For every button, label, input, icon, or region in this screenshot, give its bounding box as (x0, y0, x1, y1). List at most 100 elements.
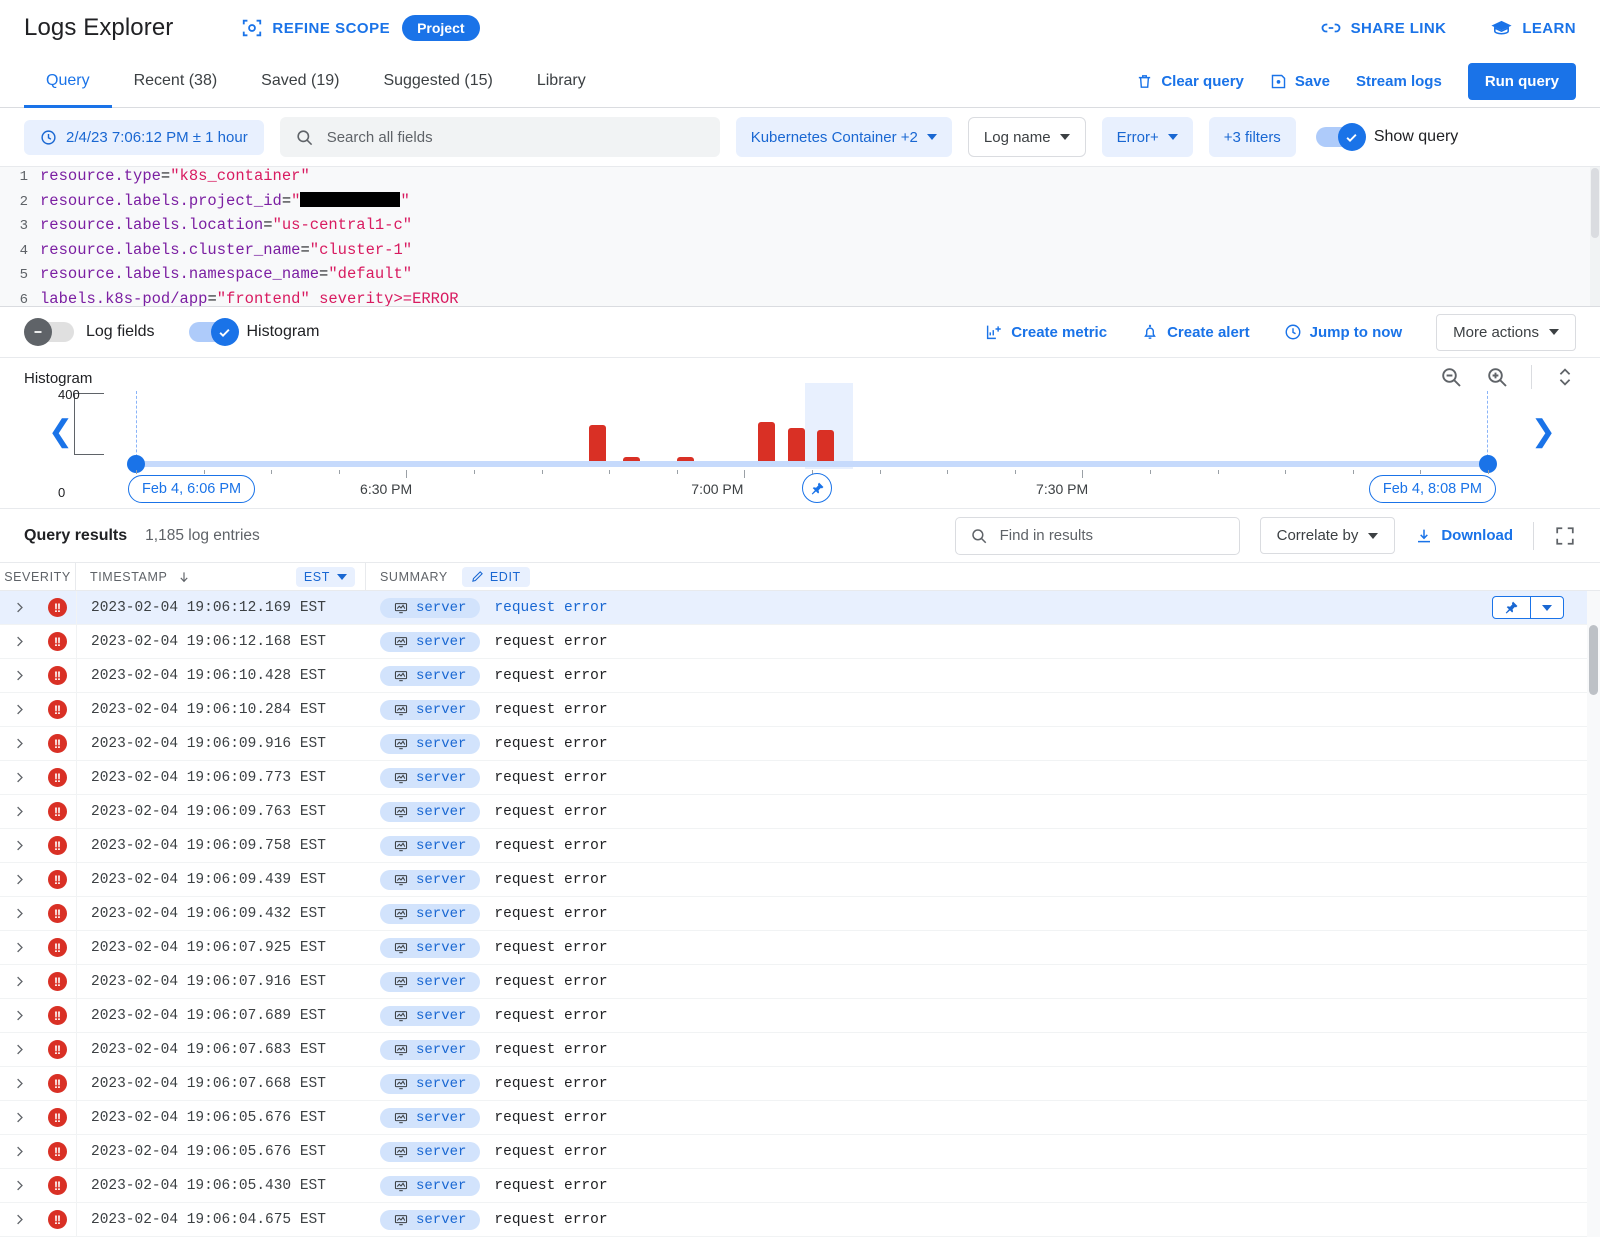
histogram-bar[interactable] (817, 430, 835, 461)
range-end-pill[interactable]: Feb 4, 8:08 PM (1368, 475, 1496, 503)
table-row[interactable]: !! 2023-02-04 19:06:09.432 EST server reque… (0, 897, 1600, 931)
table-row[interactable]: !! 2023-02-04 19:06:07.668 EST server reque… (0, 1067, 1600, 1101)
expand-row-chevron-icon[interactable] (0, 1076, 38, 1091)
resource-chip[interactable]: server (380, 597, 481, 618)
expand-row-chevron-icon[interactable] (0, 770, 38, 785)
table-row[interactable]: !! 2023-02-04 19:06:09.758 EST server reque… (0, 829, 1600, 863)
slider-track[interactable] (136, 461, 1488, 467)
resource-chip[interactable]: server (380, 903, 481, 924)
table-row[interactable]: !! 2023-02-04 19:06:05.676 EST server reque… (0, 1101, 1600, 1135)
next-page-arrow-icon[interactable]: ❯ (1531, 417, 1556, 447)
histogram-bar[interactable] (787, 427, 805, 461)
expand-row-chevron-icon[interactable] (0, 872, 38, 887)
more-filters-chip[interactable]: +3 filters (1208, 117, 1296, 157)
tab-library[interactable]: Library (515, 57, 608, 108)
table-row[interactable]: !! 2023-02-04 19:06:09.773 EST server reque… (0, 761, 1600, 795)
histogram-toggle[interactable]: Histogram (188, 318, 319, 346)
log-fields-switch[interactable] (24, 318, 74, 346)
histogram-bar[interactable] (757, 422, 775, 461)
resource-chip[interactable]: server (380, 1209, 481, 1230)
table-row[interactable]: !! 2023-02-04 19:06:09.439 EST server reque… (0, 863, 1600, 897)
expand-row-chevron-icon[interactable] (0, 838, 38, 853)
find-in-results-box[interactable] (954, 516, 1240, 555)
pinned-entry-marker[interactable] (802, 473, 833, 503)
editor-scrollbar[interactable] (1590, 167, 1600, 306)
more-actions-button[interactable]: More actions (1436, 313, 1576, 351)
correlate-by-dropdown[interactable]: Correlate by (1259, 517, 1396, 554)
time-range-selector[interactable]: 2/4/23 7:06:12 PM ± 1 hour (24, 119, 264, 155)
resource-chip[interactable]: server (380, 631, 481, 652)
download-button[interactable]: Download (1415, 527, 1513, 545)
table-row[interactable]: !! 2023-02-04 19:06:09.916 EST server reque… (0, 727, 1600, 761)
search-all-fields-box[interactable] (279, 117, 720, 157)
resource-chip[interactable]: server (380, 1107, 481, 1128)
expand-row-chevron-icon[interactable] (0, 906, 38, 921)
create-metric-button[interactable]: Create metric (985, 323, 1107, 341)
histogram-switch[interactable] (188, 318, 239, 346)
share-link-button[interactable]: SHARE LINK (1320, 17, 1447, 39)
tab-recent[interactable]: Recent (38) (112, 57, 240, 108)
resource-chip[interactable]: server (380, 1005, 481, 1026)
scrollbar-thumb[interactable] (1589, 625, 1598, 695)
create-alert-button[interactable]: Create alert (1141, 323, 1250, 341)
histogram-plot-area[interactable] (136, 383, 1488, 469)
table-row[interactable]: !! 2023-02-04 19:06:07.925 EST server reque… (0, 931, 1600, 965)
expand-row-chevron-icon[interactable] (0, 1008, 38, 1023)
column-header-timestamp[interactable]: TIMESTAMP EST (76, 563, 366, 590)
table-row[interactable]: !! 2023-02-04 19:06:10.284 EST server reque… (0, 693, 1600, 727)
resource-chip[interactable]: server (380, 1141, 481, 1162)
table-row[interactable]: !! 2023-02-04 19:06:05.430 EST server reque… (0, 1169, 1600, 1203)
expand-collapse-icon[interactable] (1554, 364, 1576, 390)
pin-entry-button[interactable] (1493, 597, 1530, 618)
table-row[interactable]: !! 2023-02-04 19:06:07.689 EST server reque… (0, 999, 1600, 1033)
resource-chip[interactable]: server (380, 869, 481, 890)
show-query-toggle[interactable]: Show query (1315, 123, 1458, 151)
table-row[interactable]: !! 2023-02-04 19:06:05.676 EST server reque… (0, 1135, 1600, 1169)
resource-chip[interactable]: server (380, 1073, 481, 1094)
range-start-pill[interactable]: Feb 4, 6:06 PM (128, 475, 256, 503)
resource-chip[interactable]: server (380, 801, 481, 822)
resource-chip[interactable]: server (380, 665, 481, 686)
project-scope-chip[interactable]: Project (402, 15, 480, 41)
save-query-button[interactable]: Save (1270, 73, 1330, 90)
resource-chip[interactable]: server (380, 699, 481, 720)
expand-row-chevron-icon[interactable] (0, 804, 38, 819)
expand-row-chevron-icon[interactable] (0, 736, 38, 751)
expand-row-chevron-icon[interactable] (0, 668, 38, 683)
tab-saved[interactable]: Saved (19) (239, 57, 361, 108)
table-row[interactable]: !! 2023-02-04 19:06:12.168 EST server reque… (0, 625, 1600, 659)
jump-to-now-button[interactable]: Jump to now (1284, 323, 1402, 341)
learn-button[interactable]: LEARN (1490, 17, 1576, 40)
resource-chip[interactable]: server (380, 1175, 481, 1196)
query-code-editor[interactable]: 1 resource.type="k8s_container" 2 resour… (0, 166, 1600, 306)
log-name-filter-dropdown[interactable]: Log name (967, 117, 1086, 157)
histogram-bar[interactable] (588, 425, 606, 461)
find-in-results-input[interactable] (999, 527, 1225, 544)
log-fields-toggle[interactable]: Log fields (24, 318, 155, 346)
sort-descending-arrow-icon[interactable] (177, 570, 191, 584)
table-row[interactable]: !! 2023-02-04 19:06:09.763 EST server reque… (0, 795, 1600, 829)
expand-row-chevron-icon[interactable] (0, 1212, 38, 1227)
run-query-button[interactable]: Run query (1467, 63, 1576, 100)
timezone-selector[interactable]: EST (295, 566, 355, 587)
clear-query-button[interactable]: Clear query (1136, 73, 1244, 90)
expand-row-chevron-icon[interactable] (0, 702, 38, 717)
table-row[interactable]: !! 2023-02-04 19:06:12.169 EST server reque… (0, 591, 1600, 625)
resource-chip[interactable]: server (380, 971, 481, 992)
table-row[interactable]: !! 2023-02-04 19:06:07.683 EST server reque… (0, 1033, 1600, 1067)
edit-summary-fields-button[interactable]: EDIT (461, 566, 530, 587)
refine-scope-button[interactable]: REFINE SCOPE (241, 17, 390, 39)
scrollbar-thumb[interactable] (1591, 168, 1599, 238)
fullscreen-icon[interactable] (1554, 525, 1576, 547)
time-range-slider[interactable]: 6:30 PM 7:00 PM 7:30 PM Feb 4, 6:06 PM Feb… (127, 455, 1497, 503)
table-scrollbar[interactable] (1587, 591, 1600, 1237)
tab-suggested[interactable]: Suggested (15) (361, 57, 514, 108)
resource-chip[interactable]: server (380, 937, 481, 958)
expand-row-chevron-icon[interactable] (0, 634, 38, 649)
table-row[interactable]: !! 2023-02-04 19:06:07.916 EST server reque… (0, 965, 1600, 999)
resource-chip[interactable]: server (380, 767, 481, 788)
severity-filter-dropdown[interactable]: Error+ (1101, 117, 1193, 157)
resource-chip[interactable]: server (380, 733, 481, 754)
tab-query[interactable]: Query (24, 57, 112, 108)
resource-chip[interactable]: server (380, 835, 481, 856)
